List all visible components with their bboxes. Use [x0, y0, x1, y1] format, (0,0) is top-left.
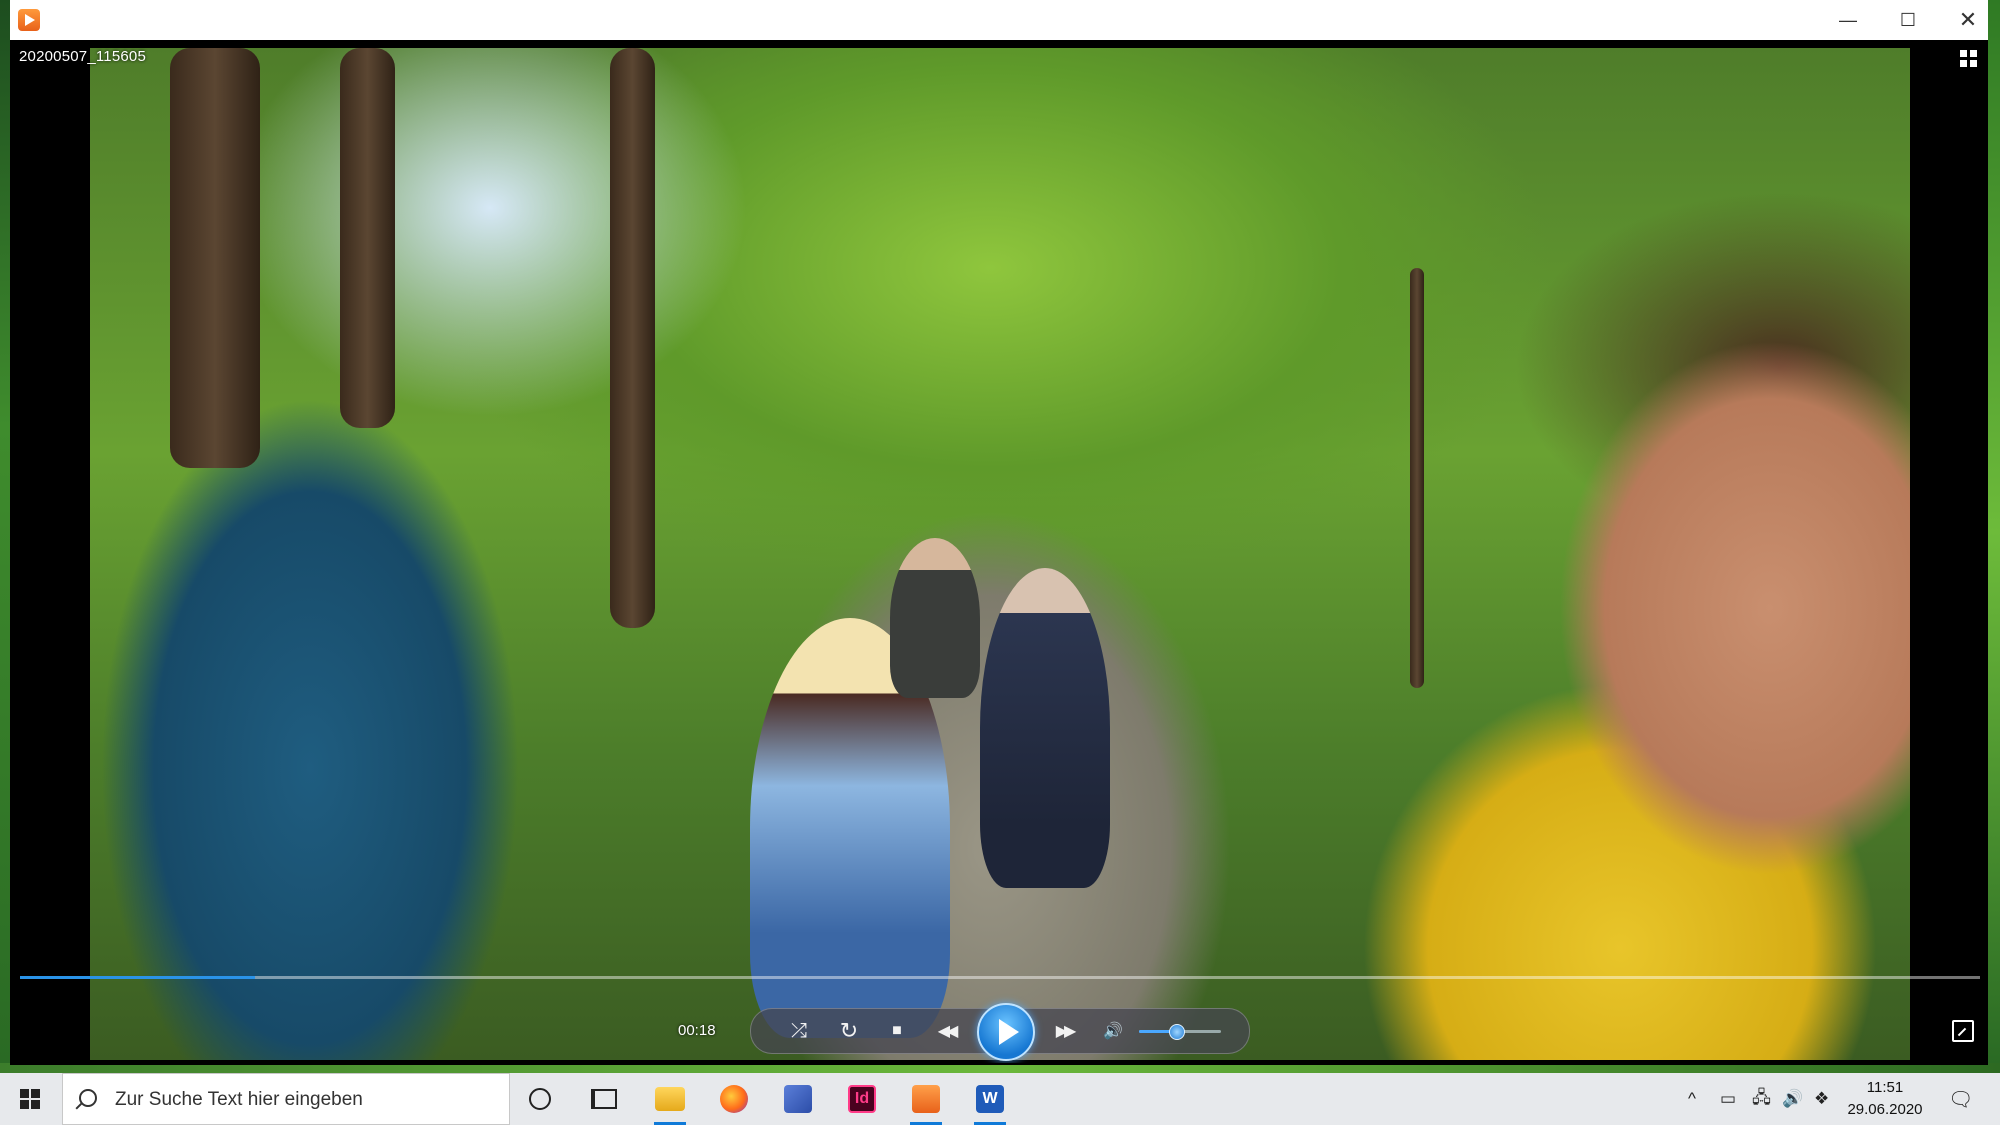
volume-slider[interactable] — [1139, 1024, 1221, 1040]
cortana-button[interactable] — [518, 1073, 562, 1125]
task-view-button[interactable] — [582, 1073, 626, 1125]
media-player-taskbar-button[interactable] — [904, 1073, 948, 1125]
word-button[interactable]: W — [968, 1073, 1012, 1125]
play-button[interactable] — [977, 1003, 1035, 1061]
file-explorer-button[interactable] — [648, 1073, 692, 1125]
title-bar[interactable]: — ☐ ✕ — [10, 0, 1988, 41]
cyclist-woman — [980, 568, 1110, 888]
taskbar-clock[interactable]: 11:51 29.06.2020 — [1832, 1077, 1938, 1121]
volume-icon[interactable]: 🔊 — [1095, 1009, 1131, 1053]
video-filename: 20200507_115605 — [19, 48, 147, 65]
file-explorer-icon — [655, 1087, 685, 1111]
chevron-up-icon: ^ — [1688, 1089, 1696, 1108]
seek-bar[interactable] — [20, 976, 1980, 979]
taskbar-search[interactable]: Zur Suche Text hier eingeben — [62, 1073, 510, 1125]
minimize-button[interactable]: — — [1818, 0, 1878, 40]
firefox-icon — [720, 1085, 748, 1113]
media-player-icon — [912, 1085, 940, 1113]
speaker-icon: 🔊 — [1782, 1089, 1804, 1108]
search-icon — [79, 1089, 97, 1107]
clock-time: 11:51 — [1866, 1079, 1904, 1096]
rewind-button[interactable]: ◀◀ — [923, 1009, 969, 1053]
battery-icon: ▭ — [1720, 1089, 1737, 1108]
network-app-button[interactable] — [776, 1073, 820, 1125]
desktop-wallpaper-right — [1988, 0, 2000, 1065]
fullscreen-icon[interactable] — [1952, 1020, 1974, 1042]
network-icon: 🖧 — [1752, 1087, 1771, 1107]
video-area[interactable]: 20200507_115605 00:18 ⤮ ↻ ■ ◀◀ ▶▶ 🔊 — [10, 40, 1988, 1063]
current-time: 00:18 — [678, 1022, 716, 1039]
word-icon: W — [976, 1085, 1004, 1113]
indesign-button[interactable]: Id — [840, 1073, 884, 1125]
media-player-icon — [18, 9, 40, 31]
battery-indicator[interactable]: ▭ — [1720, 1073, 1736, 1125]
playlist-grid-icon[interactable] — [1960, 50, 1978, 68]
fast-forward-button[interactable]: ▶▶ — [1041, 1009, 1087, 1053]
tree-trunk — [340, 48, 395, 428]
cyclist-man — [890, 538, 980, 698]
start-button[interactable] — [0, 1073, 60, 1125]
repeat-button[interactable]: ↻ — [829, 1009, 869, 1053]
video-frame[interactable] — [90, 48, 1910, 1060]
firefox-button[interactable] — [712, 1073, 756, 1125]
taskbar: Zur Suche Text hier eingeben Id W ^ ▭ 🖧 … — [0, 1073, 2000, 1125]
tree-trunk — [170, 48, 260, 468]
seek-progress — [20, 976, 256, 979]
task-view-icon — [591, 1089, 617, 1109]
indesign-icon: Id — [848, 1085, 876, 1113]
tree-trunk — [610, 48, 655, 628]
dropbox-icon: ❖ — [1814, 1089, 1830, 1108]
maximize-button[interactable]: ☐ — [1878, 0, 1938, 40]
clock-date: 29.06.2020 — [1847, 1101, 1923, 1118]
notification-center-button[interactable]: 🗨 — [1948, 1073, 1973, 1125]
windows-logo-icon — [20, 1089, 40, 1109]
dropbox-indicator[interactable]: ❖ — [1814, 1073, 1829, 1125]
volume-knob[interactable] — [1168, 1024, 1185, 1040]
desktop-wallpaper-left — [0, 0, 10, 1065]
shuffle-button[interactable]: ⤮ — [779, 1009, 819, 1053]
playback-controls: ⤮ ↻ ■ ◀◀ ▶▶ 🔊 — [750, 1003, 1250, 1061]
media-player-window: — ☐ ✕ 20200507_115605 00:18 ⤮ ↻ ■ ◀◀ ▶▶ … — [10, 0, 1988, 1065]
tray-overflow-button[interactable]: ^ — [1688, 1073, 1696, 1125]
close-button[interactable]: ✕ — [1938, 0, 1998, 40]
cortana-icon — [529, 1088, 551, 1110]
network-indicator[interactable]: 🖧 — [1752, 1073, 1771, 1125]
network-app-icon — [784, 1085, 812, 1113]
volume-indicator[interactable]: 🔊 — [1782, 1073, 1803, 1125]
notification-icon: 🗨 — [1948, 1088, 1974, 1111]
search-placeholder: Zur Suche Text hier eingeben — [115, 1089, 363, 1110]
stop-button[interactable]: ■ — [877, 1009, 917, 1053]
tree-trunk — [1410, 268, 1424, 688]
